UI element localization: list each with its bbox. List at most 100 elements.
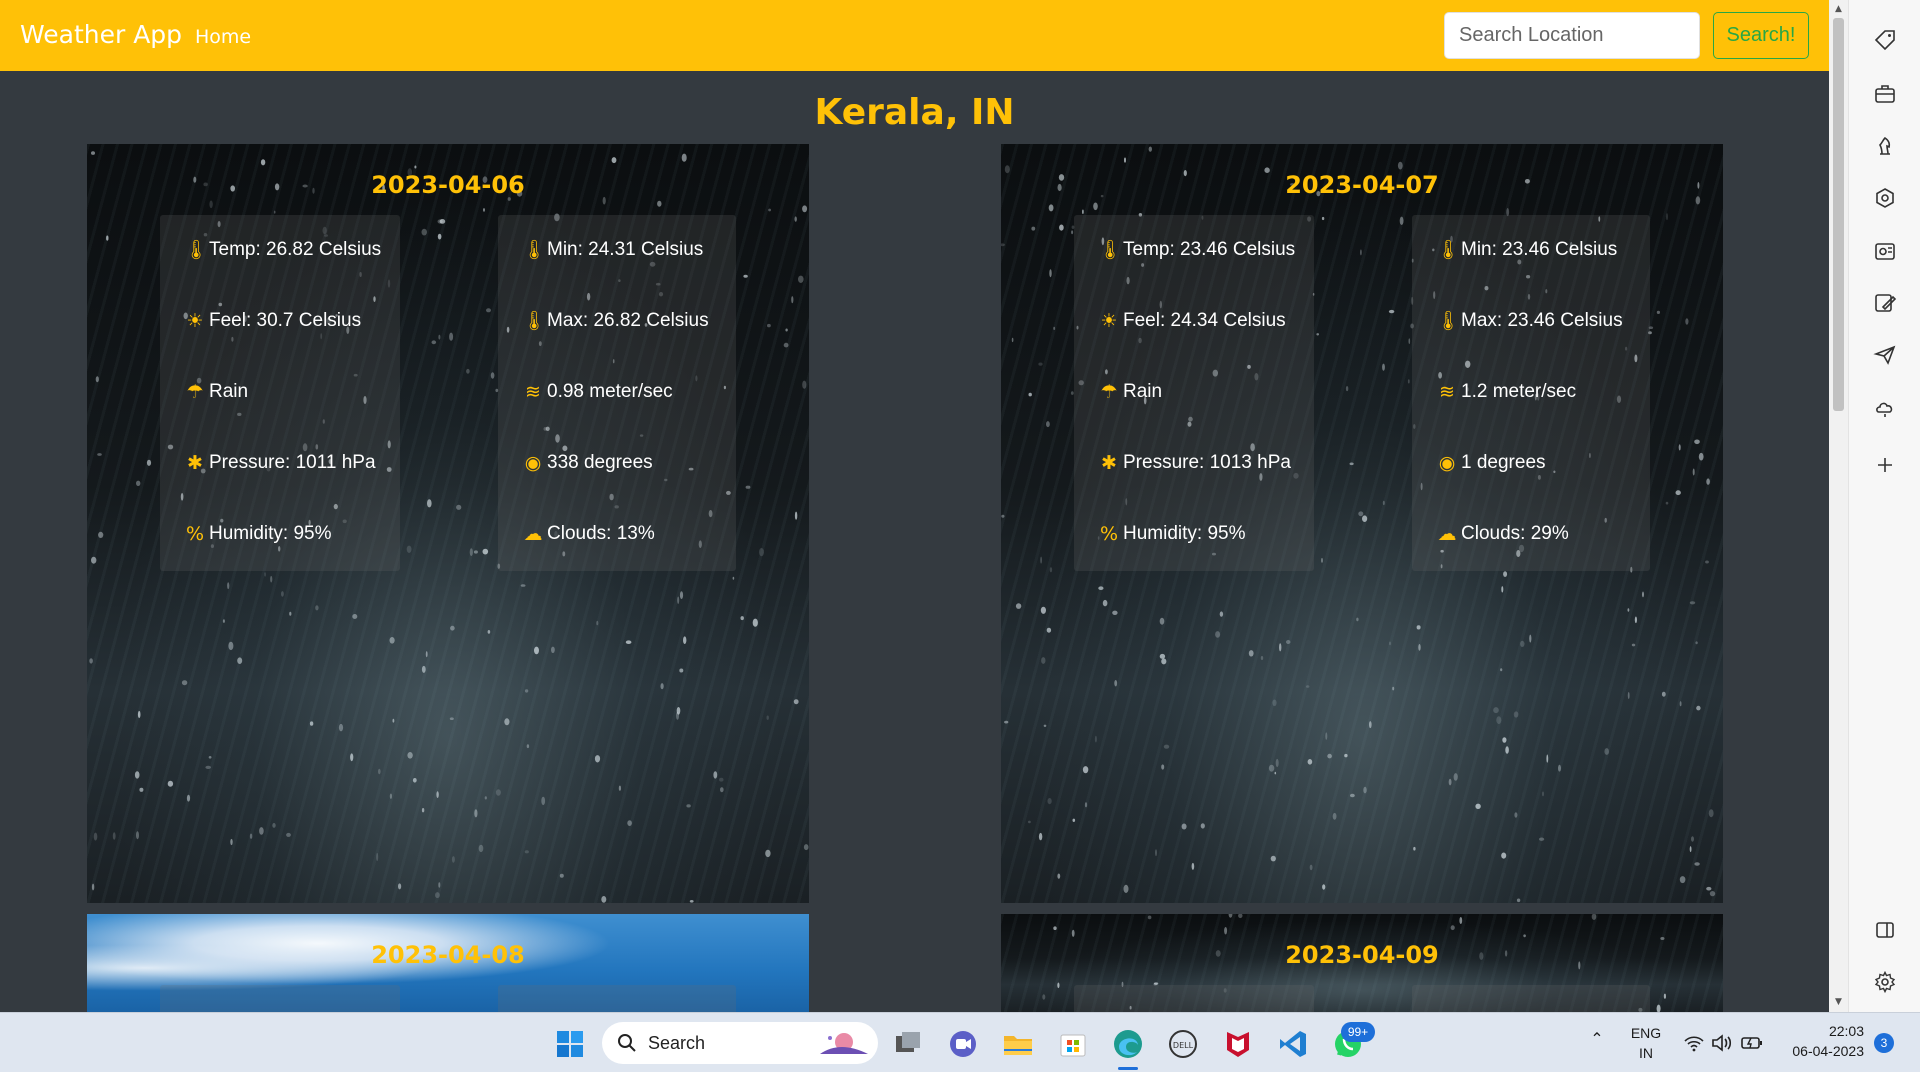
taskbar-search-label: Search (648, 1033, 706, 1053)
scroll-down-arrow-icon[interactable]: ▼ (1833, 996, 1844, 1008)
forecast-card: 2023-04-09 (1001, 914, 1723, 1012)
pressure-row: ✱ Pressure: 1011 hPa (184, 448, 376, 478)
forecast-date: 2023-04-08 (371, 941, 525, 969)
weather-panel-left: 🌡 Temp: 23.46 Celsius ☀ Feel: 24.34 Celsiu… (1074, 215, 1314, 571)
dell-icon[interactable]: DELL (1166, 1027, 1200, 1061)
brand-title[interactable]: Weather App (20, 20, 182, 49)
condition-row: ☂ Rain (184, 377, 248, 407)
clock-date[interactable]: 06-04-2023 (1778, 1043, 1864, 1059)
tag-icon[interactable] (1873, 28, 1897, 52)
weather-panel-right (1412, 985, 1650, 1012)
search-highlight-icon (820, 1033, 868, 1054)
feel-text: Feel: 30.7 Celsius (209, 310, 362, 331)
navbar: Weather App Home Search! (0, 0, 1829, 71)
page-title: Kerala, IN (814, 92, 1015, 133)
clouds-text: Clouds: 13% (547, 523, 655, 544)
rain-cloud-icon: ☂ (1100, 381, 1118, 403)
search-input[interactable] (1444, 12, 1700, 59)
humidity-row: % Humidity: 95% (1098, 519, 1246, 549)
chess-icon[interactable] (1873, 134, 1897, 158)
taskbar-search[interactable]: Search (602, 1022, 878, 1064)
store-icon[interactable] (1056, 1027, 1090, 1061)
show-hidden-icons-chevron-icon[interactable]: ⌃ (1587, 1029, 1607, 1049)
pressure-icon: ✱ (1101, 452, 1117, 474)
outlook-icon[interactable] (1873, 239, 1897, 263)
windows-start-icon[interactable] (553, 1027, 587, 1061)
thermometer-degree-icon: 🌡 (522, 239, 547, 261)
pressure-icon: ✱ (187, 452, 203, 474)
copilot-icon[interactable] (1873, 186, 1897, 210)
active-app-indicator (1118, 1067, 1138, 1070)
battery-icon[interactable] (1740, 1032, 1764, 1054)
feel-thermometer-icon: ☀ (1100, 310, 1118, 332)
compass-icon: ◉ (1438, 452, 1456, 474)
min-row: 🌡 Min: 23.46 Celsius (1436, 235, 1617, 265)
rain-cloud-icon: ☂ (186, 381, 204, 403)
humidity-text: Humidity: 95% (209, 523, 332, 544)
cloud-drop-icon[interactable] (1873, 396, 1897, 420)
designer-icon[interactable] (1873, 291, 1897, 315)
cloud-icon: ☁ (523, 523, 543, 545)
direction-row: ◉ 1 degrees (1436, 448, 1546, 478)
wind-row: ≋ 1.2 meter/sec (1436, 377, 1576, 407)
clouds-text: Clouds: 29% (1461, 523, 1569, 544)
svg-text:DELL: DELL (1173, 1041, 1194, 1050)
min-text: Min: 23.46 Celsius (1461, 239, 1618, 260)
thermometer-icon: 🌡 (1098, 239, 1123, 261)
clock-time[interactable]: 22:03 (1778, 1023, 1864, 1039)
notification-count-badge[interactable]: 3 (1874, 1033, 1894, 1053)
compass-icon: ◉ (524, 452, 542, 474)
settings-icon[interactable] (1873, 970, 1897, 994)
feel-text: Feel: 24.34 Celsius (1123, 310, 1286, 331)
file-explorer-icon[interactable] (1001, 1027, 1035, 1061)
feel-thermometer-icon: ☀ (186, 310, 204, 332)
mcafee-icon[interactable] (1221, 1027, 1255, 1061)
direction-row: ◉ 338 degrees (522, 448, 653, 478)
humidity-row: % Humidity: 95% (184, 519, 332, 549)
pressure-text: Pressure: 1011 hPa (209, 452, 376, 473)
task-view-icon[interactable] (891, 1027, 925, 1061)
add-icon[interactable] (1873, 453, 1897, 477)
max-text: Max: 23.46 Celsius (1461, 310, 1623, 331)
teams-chat-icon[interactable] (946, 1027, 980, 1061)
wind-icon: ≋ (1439, 381, 1455, 403)
temp-row: 🌡 Temp: 26.82 Celsius (184, 235, 381, 265)
temp-row: 🌡 Temp: 23.46 Celsius (1098, 235, 1295, 265)
sidebar-toggle-icon[interactable] (1873, 918, 1897, 942)
briefcase-icon[interactable] (1873, 82, 1897, 106)
scrollbar-thumb[interactable] (1833, 18, 1844, 411)
taskbar: Search DELL 99+ ⌃ ENG IN 22:03 06-04-202… (0, 1012, 1920, 1072)
condition-text: Rain (209, 381, 249, 402)
temp-text: Temp: 23.46 Celsius (1123, 239, 1296, 260)
search-button[interactable]: Search! (1713, 12, 1809, 59)
min-row: 🌡 Min: 24.31 Celsius (522, 235, 703, 265)
forecast-date: 2023-04-06 (371, 171, 525, 199)
volume-icon[interactable] (1710, 1032, 1732, 1054)
page-scrollbar[interactable]: ▲ ▼ (1829, 0, 1848, 1012)
wind-row: ≋ 0.98 meter/sec (522, 377, 673, 407)
language-secondary[interactable]: IN (1626, 1045, 1666, 1061)
weather-panel-right: 🌡 Min: 23.46 Celsius 🌡 Max: 23.46 Celsius … (1412, 215, 1650, 571)
direction-text: 338 degrees (547, 452, 653, 473)
forecast-card: 2023-04-06 🌡 Temp: 26.82 Celsius ☀ Feel: 3… (87, 144, 809, 903)
vscode-icon[interactable] (1276, 1027, 1310, 1061)
weather-panel-left (1074, 985, 1314, 1012)
pressure-row: ✱ Pressure: 1013 hPa (1098, 448, 1291, 478)
forecast-date: 2023-04-07 (1285, 171, 1439, 199)
nav-home-link[interactable]: Home (195, 26, 251, 48)
forecast-date: 2023-04-09 (1285, 941, 1439, 969)
language-primary[interactable]: ENG (1626, 1025, 1666, 1041)
edge-icon[interactable] (1111, 1027, 1145, 1061)
send-icon[interactable] (1873, 343, 1897, 367)
max-text: Max: 26.82 Celsius (547, 310, 709, 331)
wind-text: 0.98 meter/sec (547, 381, 673, 402)
condition-text: Rain (1123, 381, 1163, 402)
scroll-up-arrow-icon[interactable]: ▲ (1833, 3, 1844, 15)
forecast-card: 2023-04-07 🌡 Temp: 23.46 Celsius ☀ Feel: 2… (1001, 144, 1723, 903)
weather-panel-left (160, 985, 400, 1012)
wifi-icon[interactable] (1683, 1032, 1705, 1054)
thermometer-icon: 🌡 (184, 239, 209, 261)
clouds-row: ☁ Clouds: 13% (522, 519, 655, 549)
forecast-card: 2023-04-08 (87, 914, 809, 1012)
feel-row: ☀ Feel: 30.7 Celsius (184, 306, 361, 336)
